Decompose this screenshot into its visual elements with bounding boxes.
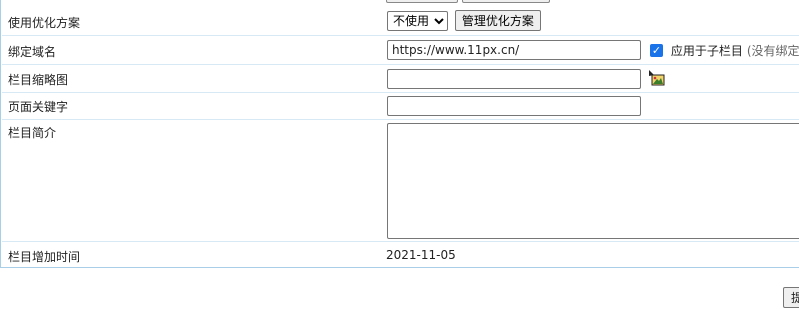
- optimize-select[interactable]: 不使用: [387, 11, 448, 31]
- row-domain: 绑定域名 ✓ 应用于子栏目(没有绑定: [2, 36, 799, 65]
- thumb-label: 栏目缩略图: [8, 73, 69, 87]
- intro-label: 栏目简介: [8, 126, 57, 140]
- keywords-input[interactable]: [387, 96, 641, 116]
- domain-label: 绑定域名: [8, 45, 57, 59]
- intro-textarea[interactable]: [387, 123, 799, 239]
- optimize-label: 使用优化方案: [8, 16, 81, 30]
- row-keywords: 页面关键字: [2, 93, 799, 120]
- prev-row-button[interactable]: [462, 0, 550, 3]
- row-optimize: 使用优化方案 不使用 管理优化方案: [2, 6, 799, 36]
- row-date: 栏目增加时间 2021-11-05: [2, 242, 799, 268]
- prev-row-control[interactable]: [386, 0, 458, 3]
- form-table: 使用优化方案 不使用 管理优化方案 绑定域名 ✓ 应用于子栏目(没有绑定 栏目缩…: [0, 0, 799, 268]
- domain-input[interactable]: [387, 40, 641, 60]
- domain-note: (没有绑定: [746, 44, 799, 58]
- date-label: 栏目增加时间: [8, 250, 81, 264]
- manage-optimize-button[interactable]: 管理优化方案: [454, 10, 541, 31]
- row-intro: 栏目简介: [2, 120, 799, 242]
- keywords-label: 页面关键字: [8, 100, 69, 114]
- date-value: 2021-11-05: [386, 248, 456, 262]
- apply-subcolumn[interactable]: ✓ 应用于子栏目 (没有绑定: [650, 42, 799, 59]
- apply-subcolumn-label: 应用于子栏目: [670, 44, 743, 58]
- row-thumb: 栏目缩略图: [2, 65, 799, 93]
- submit-button[interactable]: 提: [783, 287, 799, 308]
- optimize-controls: 不使用 管理优化方案: [387, 10, 541, 31]
- check-icon[interactable]: ✓: [650, 44, 663, 57]
- image-picker-icon[interactable]: [649, 70, 665, 86]
- thumb-input[interactable]: [387, 69, 641, 89]
